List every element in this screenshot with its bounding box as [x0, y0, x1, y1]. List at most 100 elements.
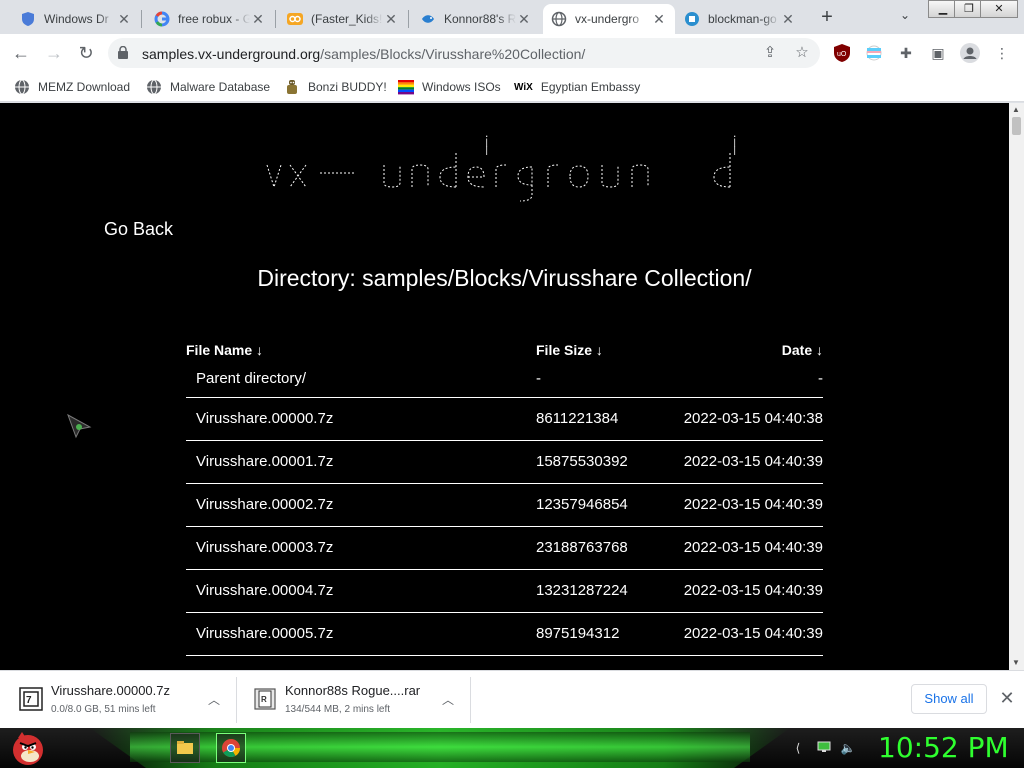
taskbar-clock[interactable]: 10:52 PM [878, 731, 1009, 764]
bookmarks-bar: MEMZ Download Malware Database Bonzi BUD… [0, 72, 1024, 102]
volume-icon[interactable]: 🔈 [840, 740, 856, 756]
browser-toolbar: ← → ↻ samples.vx-underground.org/samples… [0, 34, 1024, 72]
svg-text:|: | [732, 146, 737, 156]
column-header-file-name[interactable]: File Name ↓ [186, 339, 536, 361]
forward-arrow-icon[interactable]: → [42, 41, 66, 65]
browser-tab[interactable]: blockman-go ✕ [676, 4, 804, 34]
file-size-cell: 8975194312 [536, 612, 663, 656]
bookmark-item[interactable]: Windows ISOs [398, 77, 501, 97]
file-size-cell: 15875530392 [536, 440, 663, 484]
file-link[interactable]: Virusshare.00003.7z [186, 526, 536, 570]
new-tab-button[interactable]: + [815, 6, 839, 30]
directory-title: Directory: samples/Blocks/Virusshare Col… [257, 265, 752, 291]
svg-text:R: R [261, 695, 267, 704]
fish-icon [422, 15, 434, 23]
file-size-cell: 12357946854 [536, 483, 663, 527]
browser-tab-active[interactable]: vx-undergro ✕ [543, 4, 675, 34]
parent-directory-link[interactable]: Parent directory/ [186, 361, 536, 398]
ublock-icon[interactable]: uO [831, 42, 853, 64]
tab-divider [141, 10, 142, 28]
tab-label: free robux - G [178, 12, 250, 26]
browser-tab[interactable]: Konnor88's R ✕ [412, 4, 540, 34]
download-item[interactable]: R Konnor88s Rogue....rar 134/544 MB, 2 m… [237, 677, 471, 723]
profile-avatar-icon[interactable] [959, 42, 981, 64]
download-filename: Virusshare.00000.7z [51, 683, 171, 698]
file-link[interactable]: Virusshare.00004.7z [186, 569, 536, 613]
close-icon[interactable]: ✕ [383, 11, 399, 27]
scrollbar-thumb[interactable] [1012, 117, 1021, 135]
chrome-taskbar-icon[interactable] [216, 733, 246, 763]
flag-extension-icon[interactable] [863, 42, 885, 64]
tab-label: Konnor88's R [444, 12, 516, 26]
vx-underground-ascii-logo: .. | | | | [266, 130, 737, 202]
file-link[interactable]: Virusshare.00002.7z [186, 483, 536, 527]
tab-label: blockman-go [708, 12, 777, 26]
file-link[interactable]: Virusshare.00001.7z [186, 440, 536, 484]
share-icon[interactable]: ⇪ [760, 43, 780, 63]
mouse-cursor-icon [67, 413, 92, 439]
bookmark-item[interactable]: Bonzi BUDDY! [284, 77, 387, 97]
browser-tab[interactable]: Windows Dr ✕ [12, 4, 140, 34]
scroll-up-arrow-icon[interactable]: ▲ [1012, 105, 1020, 114]
bookmark-star-icon[interactable]: ☆ [792, 43, 812, 63]
bookmark-label: MEMZ Download [38, 80, 131, 94]
table-row: Virusshare.00003.7z 23188763768 2022-03-… [186, 526, 823, 570]
tab-strip: Windows Dr ✕ free robux - G ✕ (Faster_Ki… [0, 0, 1024, 34]
column-header-date[interactable]: Date ↓ [663, 339, 823, 361]
address-bar[interactable]: samples.vx-underground.org/samples/Block… [108, 38, 820, 68]
scroll-down-arrow-icon[interactable]: ▼ [1012, 658, 1020, 667]
tab-label: vx-undergro [575, 12, 640, 26]
download-item[interactable]: 7 Virusshare.00000.7z 0.0/8.0 GB, 51 min… [3, 677, 237, 723]
bookmark-item[interactable]: WiX Egyptian Embassy [514, 77, 640, 97]
tab-search-chevron-icon[interactable]: ⌄ [896, 8, 914, 26]
table-header-row: File Name ↓ File Size ↓ Date ↓ [186, 339, 823, 361]
reload-icon[interactable]: ↻ [74, 41, 98, 65]
bookmark-label: Bonzi BUDDY! [308, 80, 387, 94]
bookmark-label: Malware Database [170, 80, 271, 94]
side-panel-icon[interactable]: ▣ [927, 42, 949, 64]
close-icon[interactable]: ✕ [250, 11, 266, 27]
close-icon[interactable]: ✕ [516, 11, 532, 27]
url-host: samples.vx-underground.org [142, 46, 321, 62]
bookmark-label: Egyptian Embassy [540, 80, 641, 94]
browser-tab[interactable]: (Faster_Kids! ✕ [279, 4, 407, 34]
column-header-file-size[interactable]: File Size ↓ [536, 339, 663, 361]
go-back-link[interactable]: Go Back [104, 219, 173, 240]
wix-icon: WiX [514, 81, 533, 93]
file-link[interactable]: Virusshare.00005.7z [186, 612, 536, 656]
start-button-angry-bird-icon[interactable] [8, 730, 48, 766]
date-cell: 2022-03-15 04:40:39 [663, 440, 823, 484]
puzzle-extensions-icon[interactable]: ✚ [895, 42, 917, 64]
back-arrow-icon[interactable]: ← [9, 41, 33, 65]
bonzi-icon [287, 80, 297, 94]
browser-tab[interactable]: free robux - G ✕ [146, 4, 274, 34]
svg-text:7: 7 [26, 695, 32, 706]
bookmark-item[interactable]: Malware Database [146, 77, 270, 97]
file-link[interactable]: Virusshare.00000.7z [186, 397, 536, 441]
vertical-scrollbar[interactable]: ▲ ▼ [1009, 103, 1024, 670]
globe-icon [551, 11, 567, 27]
rainbow-flag-icon [398, 80, 414, 95]
download-shelf: 7 Virusshare.00000.7z 0.0/8.0 GB, 51 min… [0, 670, 1024, 728]
bookmark-item[interactable]: MEMZ Download [14, 77, 130, 97]
download-status: 134/544 MB, 2 mins left [285, 704, 391, 715]
file-explorer-folder-icon[interactable] [170, 733, 200, 763]
close-window-button[interactable]: ✕ [980, 0, 1018, 18]
chevron-up-icon[interactable]: ︿ [442, 691, 454, 708]
chevron-up-icon[interactable]: ︿ [208, 691, 220, 708]
close-icon[interactable]: ✕ [651, 11, 667, 27]
tray-arrow-icon[interactable]: ⟨ [790, 740, 806, 756]
show-all-button[interactable]: Show all [911, 684, 987, 714]
menu-kebab-icon[interactable]: ⋮ [991, 42, 1013, 64]
url-path: /samples/Blocks/Virusshare%20Collection/ [320, 46, 586, 62]
svg-text:|: | [484, 146, 489, 156]
date-cell: 2022-03-15 04:40:39 [663, 612, 823, 656]
close-icon[interactable]: ✕ [780, 11, 796, 27]
close-icon[interactable]: ✕ [116, 11, 132, 27]
globe-icon [15, 79, 29, 95]
page-content: .. | | | | Go Back Directory: samples/Bloc… [0, 103, 1009, 670]
taskbar: ⟨ 🔈 10:52 PM [0, 728, 1024, 768]
network-icon[interactable] [816, 740, 832, 756]
file-table: File Name ↓ File Size ↓ Date ↓ Parent di… [186, 339, 823, 656]
close-icon[interactable]: ✕ [997, 688, 1017, 708]
